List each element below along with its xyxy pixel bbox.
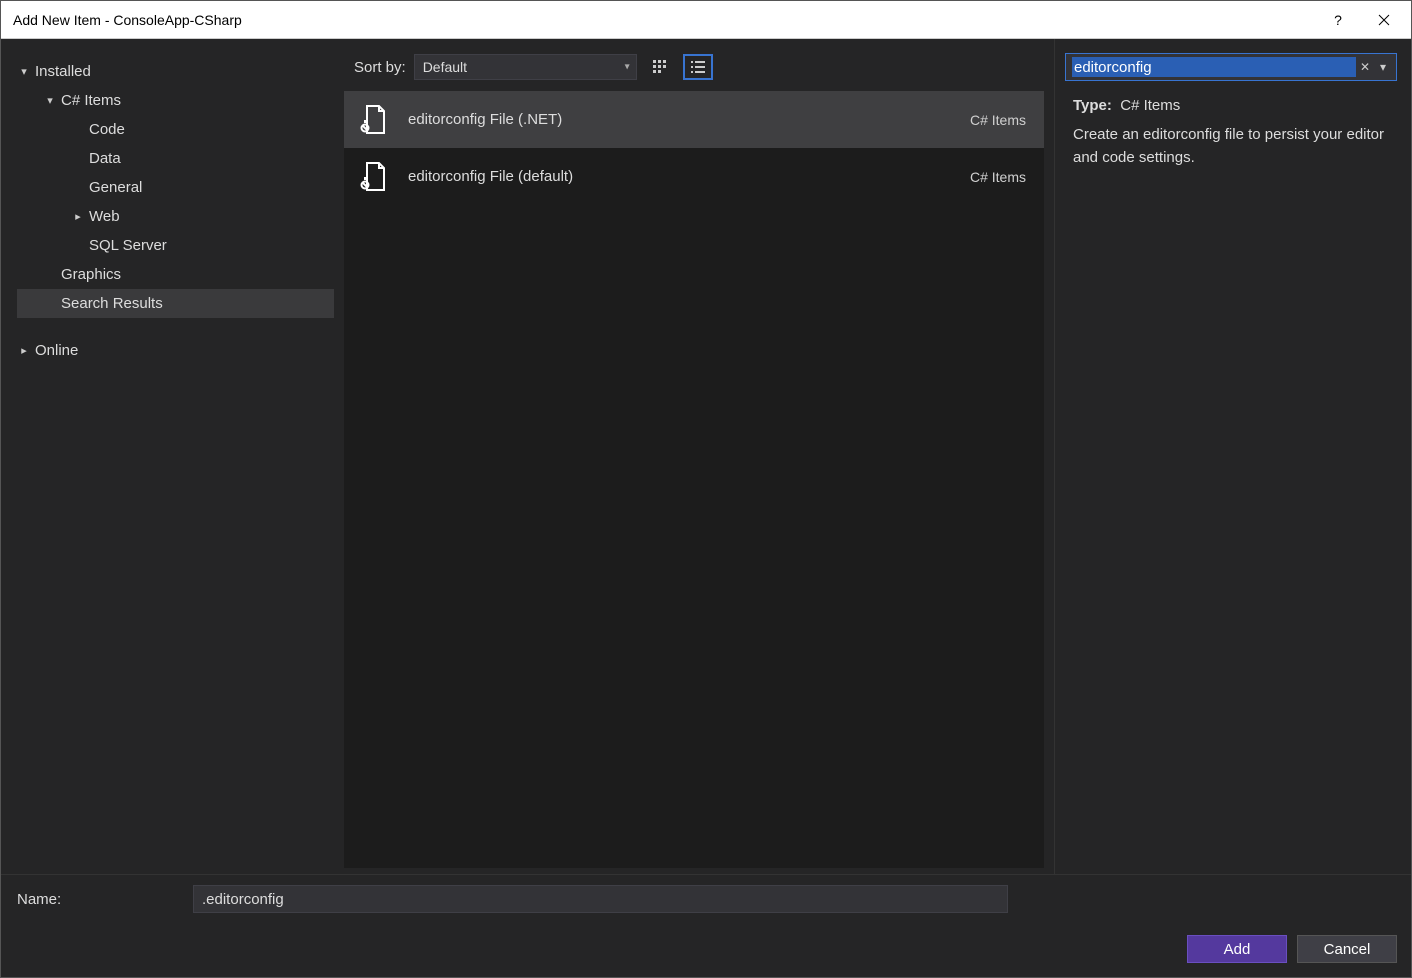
editorconfig-file-icon bbox=[354, 102, 390, 138]
tree-item-web[interactable]: ▸ Web bbox=[17, 202, 334, 231]
cancel-button[interactable]: Cancel bbox=[1297, 935, 1397, 963]
tree-item-online[interactable]: ▸ Online bbox=[17, 336, 334, 365]
toolbar: Sort by: Default ▾ bbox=[344, 39, 1054, 87]
sort-by-select[interactable]: Default ▾ bbox=[414, 54, 637, 80]
close-icon bbox=[1378, 14, 1390, 26]
search-box[interactable]: ✕ ▾ bbox=[1065, 53, 1397, 81]
tree-item-label: Data bbox=[89, 150, 121, 167]
tree-item-search-results[interactable]: Search Results bbox=[17, 289, 334, 318]
search-input[interactable] bbox=[1072, 57, 1356, 77]
add-new-item-dialog: Add New Item - ConsoleApp-CSharp ? ▾ Inst… bbox=[0, 0, 1412, 978]
template-list: editorconfig File (.NET)C# Itemseditorco… bbox=[344, 91, 1044, 868]
tree-item-sql-server[interactable]: SQL Server bbox=[17, 231, 334, 260]
tree-item-c-items[interactable]: ▾ C# Items bbox=[17, 86, 334, 115]
main-panel: Sort by: Default ▾ bbox=[344, 39, 1054, 874]
tree-item-label: Code bbox=[89, 121, 125, 138]
tree-item-label: General bbox=[89, 179, 142, 196]
detail-type-value: C# Items bbox=[1120, 97, 1180, 114]
tree-item-code[interactable]: Code bbox=[17, 115, 334, 144]
tree-item-label: Web bbox=[89, 208, 120, 225]
tree-item-label: Online bbox=[35, 342, 78, 359]
detail-description: Create an editorconfig file to persist y… bbox=[1073, 124, 1393, 169]
grid-icon bbox=[652, 59, 668, 75]
tree-item-data[interactable]: Data bbox=[17, 144, 334, 173]
sort-by-label: Sort by: bbox=[354, 59, 406, 76]
template-name: editorconfig File (default) bbox=[408, 168, 970, 185]
tree-item-label: Search Results bbox=[61, 295, 163, 312]
tree-item-installed[interactable]: ▾ Installed bbox=[17, 57, 334, 86]
footer: Name: Add Cancel bbox=[1, 874, 1411, 977]
editorconfig-file-icon bbox=[354, 159, 390, 195]
chevron-right-icon: ▸ bbox=[17, 344, 31, 357]
category-tree: ▾ Installed ▾ C# Items Code Data General ▸ Web SQ… bbox=[1, 39, 344, 874]
template-name: editorconfig File (.NET) bbox=[408, 111, 970, 128]
view-list-button[interactable] bbox=[683, 54, 713, 80]
sort-by-value: Default bbox=[423, 59, 467, 75]
titlebar: Add New Item - ConsoleApp-CSharp ? bbox=[1, 1, 1411, 39]
search-options-dropdown[interactable]: ▾ bbox=[1374, 60, 1392, 74]
list-icon bbox=[690, 59, 706, 75]
template-category: C# Items bbox=[970, 112, 1026, 128]
template-category: C# Items bbox=[970, 169, 1026, 185]
chevron-right-icon: ▸ bbox=[71, 210, 85, 223]
chevron-down-icon: ▾ bbox=[625, 62, 630, 73]
close-button[interactable] bbox=[1361, 2, 1407, 38]
details-panel: ✕ ▾ Type: C# Items Create an editorconfi… bbox=[1054, 39, 1411, 874]
view-grid-button[interactable] bbox=[645, 54, 675, 80]
dialog-body: ▾ Installed ▾ C# Items Code Data General ▸ Web SQ… bbox=[1, 39, 1411, 874]
chevron-down-icon: ▾ bbox=[17, 65, 31, 78]
window-title: Add New Item - ConsoleApp-CSharp bbox=[13, 12, 1315, 28]
name-label: Name: bbox=[15, 891, 175, 908]
tree-item-label: C# Items bbox=[61, 92, 121, 109]
tree-item-label: SQL Server bbox=[89, 237, 167, 254]
tree-item-label: Installed bbox=[35, 63, 91, 80]
chevron-down-icon: ▾ bbox=[43, 94, 57, 107]
add-button[interactable]: Add bbox=[1187, 935, 1287, 963]
detail-type-label: Type: bbox=[1073, 97, 1112, 114]
tree-item-label: Graphics bbox=[61, 266, 121, 283]
name-input[interactable] bbox=[193, 885, 1008, 913]
tree-item-general[interactable]: General bbox=[17, 173, 334, 202]
clear-search-button[interactable]: ✕ bbox=[1356, 60, 1374, 74]
detail-type-row: Type: C# Items bbox=[1073, 97, 1393, 114]
button-row: Add Cancel bbox=[15, 935, 1397, 963]
name-row: Name: bbox=[15, 885, 1397, 913]
tree-item-graphics[interactable]: Graphics bbox=[17, 260, 334, 289]
template-item[interactable]: editorconfig File (.NET)C# Items bbox=[344, 91, 1044, 148]
template-item[interactable]: editorconfig File (default)C# Items bbox=[344, 148, 1044, 205]
help-button[interactable]: ? bbox=[1315, 2, 1361, 38]
